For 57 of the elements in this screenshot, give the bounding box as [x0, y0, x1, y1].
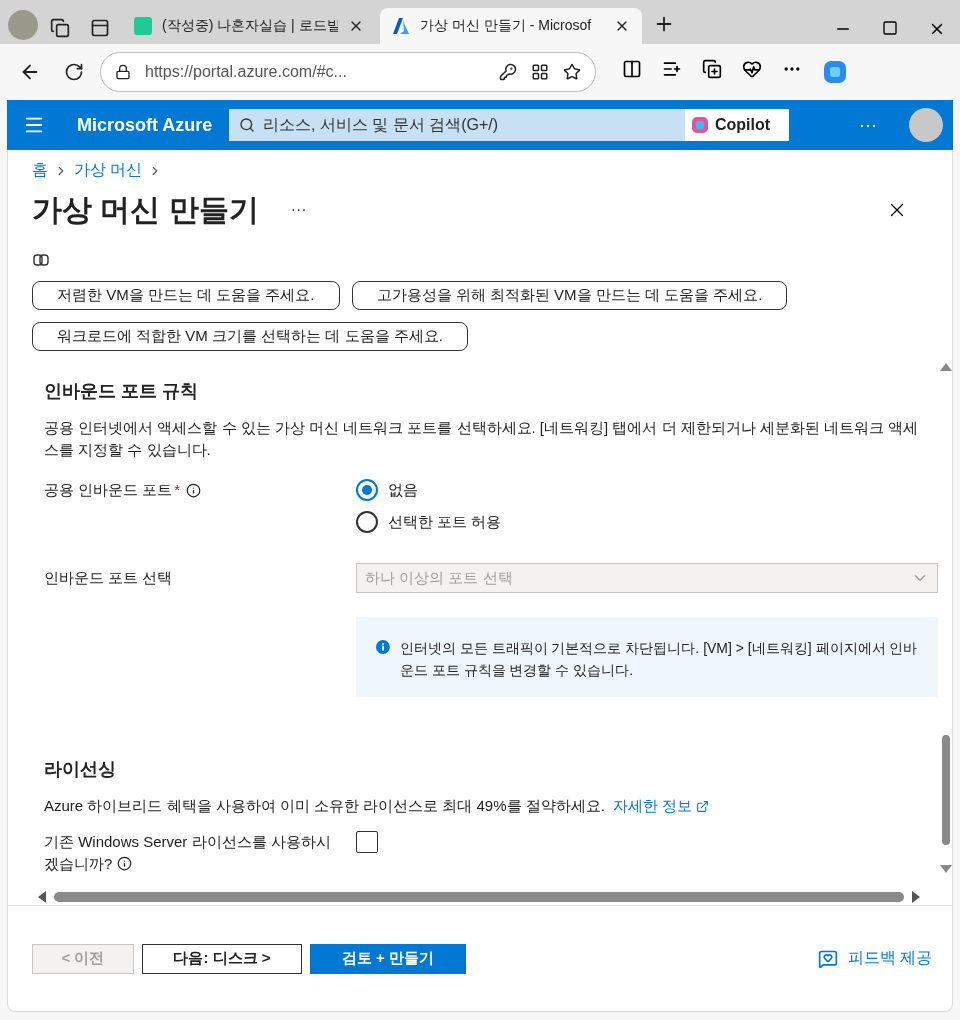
- suggestion-chip[interactable]: 고가용성을 위해 최적화된 VM을 만드는 데 도움을 주세요.: [351, 281, 788, 310]
- split-screen-icon[interactable]: [622, 59, 642, 79]
- favorites-icon[interactable]: [662, 59, 682, 79]
- suggestion-chip[interactable]: 워크로드에 적합한 VM 크기를 선택하는 데 도움을 주세요.: [32, 322, 468, 351]
- search-icon: [239, 117, 255, 133]
- field-label: 기존 Windows Server 라이선스를 사용하시겠습니까?: [44, 832, 332, 874]
- breadcrumb-link[interactable]: 가상 머신: [74, 160, 143, 181]
- grid-icon[interactable]: [531, 63, 549, 81]
- triangle-logo-icon: [392, 17, 410, 35]
- more-button[interactable]: ···: [859, 114, 877, 136]
- page-title: 가상 머신 만들기: [32, 191, 259, 228]
- browser-tab[interactable]: (작성중) 나혼자실습 | 로드빌: [122, 8, 376, 44]
- more-button[interactable]: ···: [290, 201, 307, 219]
- feedback-link[interactable]: 피드백 제공: [817, 948, 932, 969]
- suggestion-chip[interactable]: 저렴한 VM을 만드는 데 도움을 주세요.: [32, 281, 340, 310]
- address-bar[interactable]: https://portal.azure.com/#c...: [100, 52, 596, 92]
- info-icon: [376, 637, 390, 657]
- site-icon: [134, 17, 152, 35]
- radio-option[interactable]: 선택한 포트 허용: [356, 511, 502, 533]
- user-avatar[interactable]: [909, 108, 943, 142]
- section-description: Azure 하이브리드 혜택을 사용하여 이미 소유한 라이선스로 최대 49%를 절약하세요. 자세한 정보: [44, 795, 924, 817]
- required-mark: *: [174, 480, 181, 500]
- section-description: 공용 인터넷에서 액세스할 수 있는 가상 머신 네트워크 포트를 선택하세요. [네트워킹] 탭에서 더 제한되거나 세분화된 네트워크 액세스를 지정할 수 있습니다.: [44, 418, 920, 460]
- copilot-icon: [32, 251, 50, 269]
- field-label: 공용 인바운드 포트: [44, 480, 173, 500]
- radio-label: 없음: [388, 480, 418, 500]
- heart-pulse-icon[interactable]: [742, 59, 762, 79]
- copilot-button[interactable]: Copilot: [685, 109, 789, 141]
- collections-icon[interactable]: [702, 59, 722, 79]
- copilot-logo-icon[interactable]: [822, 59, 848, 85]
- external-link-icon: [696, 799, 710, 813]
- section-heading: 라이선싱: [44, 758, 117, 781]
- info-text: 인터넷의 모든 트래픽이 기본적으로 차단됩니다. [VM] > [네트워킹] 페이지에서 인바운드 포트 규칙을 변경할 수 있습니다.: [399, 639, 918, 677]
- radio-label: 선택한 포트 허용: [388, 512, 502, 532]
- checkbox[interactable]: [356, 831, 378, 853]
- browser-tab[interactable]: 가상 머신 만들기 - Microsof: [380, 8, 642, 44]
- feedback-icon: [817, 948, 838, 969]
- info-icon[interactable]: [186, 483, 202, 498]
- learn-more-link[interactable]: 자세한 정보: [612, 795, 710, 817]
- radio-button[interactable]: [356, 479, 378, 501]
- lock-icon: [115, 64, 131, 80]
- favorite-star-icon[interactable]: [563, 63, 581, 81]
- maximize-icon[interactable]: [882, 20, 898, 36]
- horizontal-scrollbar[interactable]: [38, 889, 920, 905]
- breadcrumb-link[interactable]: 홈: [32, 160, 48, 181]
- vertical-scrollbar[interactable]: [940, 363, 952, 873]
- key-icon[interactable]: [499, 63, 517, 81]
- footer-button[interactable]: 다음: 디스크 >: [142, 943, 302, 974]
- footer-button[interactable]: 검토 + 만들기: [310, 943, 466, 974]
- radio-option[interactable]: 없음: [356, 479, 502, 501]
- section-heading: 인바운드 포트 규칙: [44, 380, 199, 403]
- search-field[interactable]: 리소스, 서비스 및 문서 검색(G+/): [229, 109, 685, 141]
- portal-brand[interactable]: Microsoft Azure: [77, 114, 217, 136]
- field-label: 인바운드 포트 선택: [44, 568, 173, 588]
- info-icon[interactable]: [116, 856, 132, 871]
- radio-button[interactable]: [356, 511, 378, 533]
- copilot-logo-icon: [691, 116, 709, 134]
